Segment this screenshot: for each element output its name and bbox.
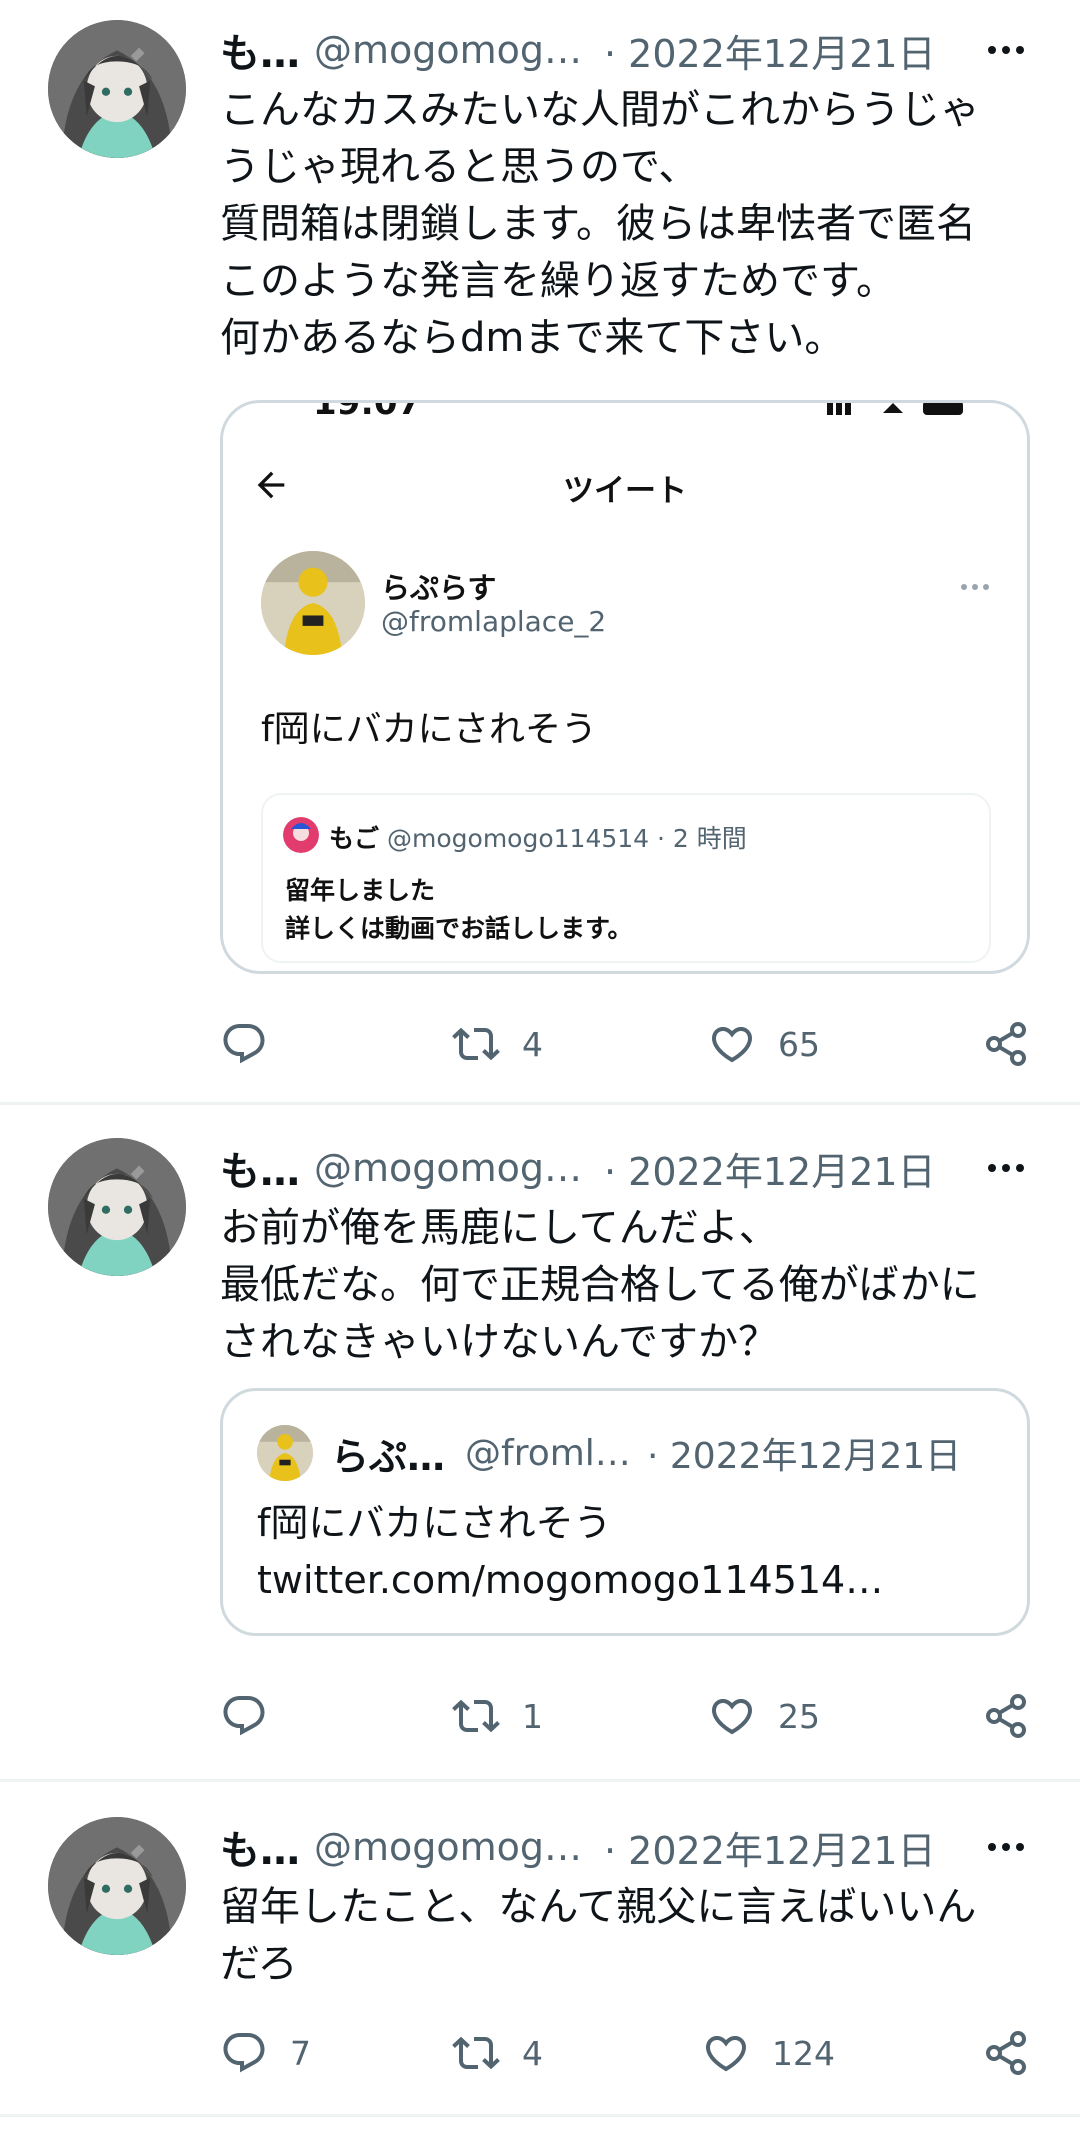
share-button[interactable]	[982, 1014, 1030, 1074]
quoted-tweet: もご @mogomogo114514 · 2 時間 留年しました 詳しくは動画でお…	[261, 793, 991, 963]
like-count: 124	[772, 2033, 835, 2073]
author-handle[interactable]: @mogomog…	[314, 28, 584, 72]
like-icon	[708, 1020, 756, 1068]
author-name[interactable]: も…	[220, 21, 300, 79]
quoted-tweet-header: もご @mogomogo114514 · 2 時間	[329, 819, 747, 855]
author-name[interactable]: も…	[220, 1139, 300, 1197]
reply-count: 7	[290, 2033, 311, 2073]
status-bar-time: 19:07	[313, 400, 422, 423]
retweet-button[interactable]: 4	[452, 1014, 543, 1074]
like-button[interactable]: 25	[708, 1686, 820, 1746]
tweet-text: 留年したこと、なんて親父に言えばいいん だろ	[220, 1884, 977, 1987]
avatar[interactable]	[48, 1817, 186, 1955]
reply-icon	[220, 1020, 268, 1068]
author-handle[interactable]: @mogomog…	[314, 1146, 584, 1190]
retweet-count: 1	[522, 1696, 543, 1736]
avatar[interactable]	[48, 20, 186, 158]
reply-button[interactable]	[220, 1686, 290, 1746]
more-options-icon[interactable]	[982, 1146, 1030, 1190]
tweet-date[interactable]: · 2022年12月21日	[604, 1141, 936, 1196]
tweet-header: も… @mogomog… · 2022年12月21日	[220, 22, 1030, 78]
like-count: 25	[778, 1696, 820, 1736]
retweet-icon	[452, 1692, 500, 1740]
reply-icon	[220, 1692, 268, 1740]
quoted-tweet[interactable]: らぷ… @froml… · 2022年12月21日 f岡にバカにされそう twi…	[220, 1388, 1030, 1636]
tweet-text: こんなカスみたいな人間がこれからうじゃ うじゃ現れると思うので、 質問箱は閉鎖し…	[220, 87, 980, 361]
author-name: もご	[329, 824, 380, 853]
more-options-icon[interactable]	[982, 28, 1030, 72]
action-bar: 1 25	[220, 1686, 1030, 1746]
like-icon	[708, 1692, 756, 1740]
author-name: らぷらす	[381, 571, 497, 605]
reply-button[interactable]: 7	[220, 2023, 311, 2083]
author-handle: @fromlaplace_2	[381, 605, 607, 638]
quoted-tweet-header: らぷ… @froml… · 2022年12月21日	[331, 1425, 1011, 1481]
retweet-button[interactable]: 1	[452, 1686, 543, 1746]
action-bar: 4 65	[220, 1014, 1030, 1074]
quoted-text-line: 詳しくは動画でお話しします。	[285, 914, 633, 943]
retweet-icon	[452, 1020, 500, 1068]
tweet[interactable]: も… @mogomog… · 2022年12月21日 こんなカスみたいな人間がこ…	[0, 0, 1080, 1090]
quoted-text: f岡にバカにされそう twitter.com/mogomogo114514…	[257, 1501, 884, 1602]
author-handle-time: @mogomogo114514 · 2 時間	[387, 824, 747, 853]
tweet-text: f岡にバカにされそう	[261, 709, 597, 750]
tweet[interactable]: も… @mogomog… · 2022年12月21日 留年したこと、なんて親父に…	[0, 1797, 1080, 2117]
author-handle: @froml…	[465, 1432, 631, 1474]
divider	[0, 1102, 1080, 1105]
share-button[interactable]	[982, 1686, 1030, 1746]
retweet-count: 4	[522, 1024, 543, 1064]
retweet-icon	[452, 2029, 500, 2077]
more-options-icon	[961, 584, 989, 590]
avatar	[257, 1425, 313, 1481]
like-button[interactable]: 124	[702, 2023, 835, 2083]
attached-image[interactable]: 19:07 ツイート らぷらす @fromlaplace_2 f岡にバカにされそ…	[220, 400, 1030, 974]
author-name: らぷ…	[331, 1434, 446, 1479]
tweet-text: お前が俺を馬鹿にしてんだよ、 最低だな。何で正規合格してる俺がばかに されなきゃ…	[220, 1205, 980, 1365]
divider	[0, 1779, 1080, 1782]
avatar	[261, 551, 365, 655]
author-handle[interactable]: @mogomog…	[314, 1825, 584, 1869]
tweet-date: · 2022年12月21日	[647, 1436, 962, 1477]
avatar[interactable]	[48, 1138, 186, 1276]
reply-button[interactable]	[220, 1014, 290, 1074]
reply-icon	[220, 2029, 268, 2077]
status-bar-icons	[827, 403, 963, 415]
tweet-date[interactable]: · 2022年12月21日	[604, 23, 936, 78]
screen-title: ツイート	[563, 473, 687, 509]
tweet-header: も… @mogomog… · 2022年12月21日	[220, 1140, 1030, 1196]
tweet[interactable]: も… @mogomog… · 2022年12月21日 お前が俺を馬鹿にしてんだよ…	[0, 1118, 1080, 1788]
author-name[interactable]: も…	[220, 1818, 300, 1876]
action-bar: 7 4 124	[220, 2023, 1030, 2083]
like-button[interactable]: 65	[708, 1014, 820, 1074]
like-count: 65	[778, 1024, 820, 1064]
retweet-count: 4	[522, 2033, 543, 2073]
share-button[interactable]	[982, 2023, 1030, 2083]
avatar	[283, 817, 319, 853]
divider	[0, 2114, 1080, 2117]
share-icon	[982, 1692, 1030, 1740]
tweet-date[interactable]: · 2022年12月21日	[604, 1820, 936, 1875]
retweet-button[interactable]: 4	[452, 2023, 543, 2083]
tweet-header: も… @mogomog… · 2022年12月21日	[220, 1819, 1030, 1875]
quoted-text-line: 留年しました	[285, 876, 436, 905]
more-options-icon[interactable]	[982, 1825, 1030, 1869]
like-icon	[702, 2029, 750, 2077]
share-icon	[982, 1020, 1030, 1068]
share-icon	[982, 2029, 1030, 2077]
